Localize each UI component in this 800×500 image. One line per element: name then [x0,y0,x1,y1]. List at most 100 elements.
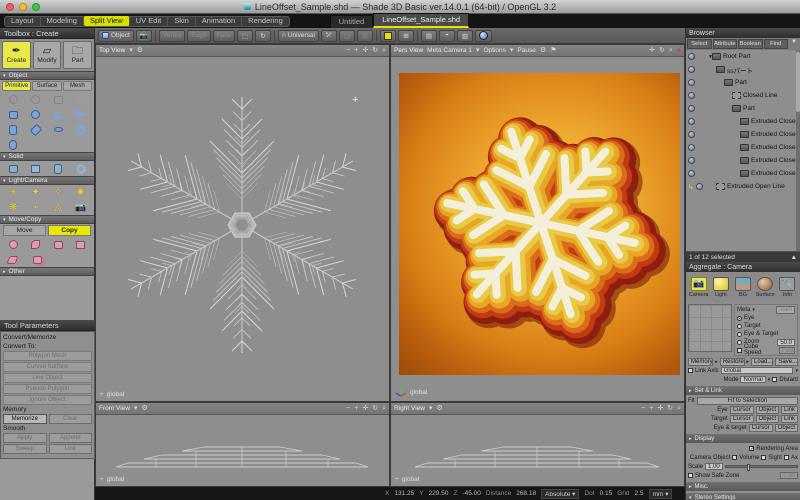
tab-animation[interactable]: Animation [196,16,242,26]
torus-primitive-icon[interactable] [72,123,89,136]
browser-tab-attribute[interactable]: Attribute [713,39,738,49]
convert-curved-surface-button[interactable]: Curved Surface [3,362,92,372]
tab-split-view[interactable]: Split View [84,16,130,26]
rotate-view-icon[interactable]: ↻ [372,405,378,412]
magnify-icon[interactable]: ⌕ [677,405,681,412]
target-link-button[interactable]: Link [781,415,798,423]
copy-shear-icon[interactable] [4,253,21,266]
tree-row-closed-line[interactable]: Closed Line [686,89,800,102]
render-preview-button[interactable] [475,30,492,42]
render-toggle-icon[interactable] [688,66,695,73]
aggregate-tab-bg[interactable]: BG [732,274,753,300]
sphere-primitive-icon[interactable] [27,108,44,121]
rotate-select-button[interactable]: ↻ [255,30,271,42]
render-toggle-icon[interactable] [688,79,695,86]
lightcamera-section-header[interactable]: ▾ Light/Camera [0,176,94,185]
pers-gear-icon[interactable]: ⚙ [540,47,546,54]
scale-value-field[interactable]: 1.00 [705,463,723,470]
vertex-mode-button[interactable]: Vertex [159,30,185,42]
safe-zone-value-field[interactable]: 0.90 [780,472,798,479]
eye-target-radio[interactable] [737,332,742,337]
sight-checkbox[interactable] [761,455,766,460]
mode-dropdown[interactable]: Normal [740,376,765,383]
view-settings-gear-icon[interactable]: ⚙ [436,405,442,412]
safe-zone-checkbox[interactable] [688,473,693,478]
unit-dropdown[interactable]: mm ▾ [649,489,673,499]
doc-tab-untitled[interactable]: Untitled [330,15,373,28]
tab-skin[interactable]: Skin [168,16,196,26]
link-button[interactable]: Link [49,444,93,454]
edge-mode-button[interactable]: Edge [187,30,210,42]
copy-translate-icon[interactable] [50,238,67,251]
top-view-canvas[interactable]: + + global [96,57,389,401]
camera-preview-box[interactable] [688,304,732,352]
distant-light-icon[interactable]: ✧ [50,186,67,199]
solid-revolve-icon[interactable] [72,162,89,175]
toolbox-tab-part[interactable]: 🗀 Part [63,41,92,69]
tree-row-extruded-closed-2[interactable]: Extruded Closed [686,128,800,141]
tree-row-root-part[interactable]: ▼ Root Part [686,50,800,63]
display-section-header[interactable]: ▸Display [686,434,800,443]
browser-tab-select[interactable]: Select [687,39,712,49]
restore-button[interactable]: Restore [720,358,745,366]
four-view-button[interactable] [380,30,396,42]
tree-row-extruded-closed-5[interactable]: Extruded Closed [686,167,800,180]
view-settings-gear-icon[interactable]: ⚙ [141,405,147,412]
solid-sweep-icon[interactable] [50,162,67,175]
universal-manipulator-button[interactable]: ⫛Universal [278,30,319,42]
link-axis-dropdown[interactable]: Global [721,367,794,374]
memory-button[interactable]: Memory [688,358,713,366]
append-button[interactable]: Append [49,433,93,443]
tab-layout[interactable]: Layout [5,16,41,26]
zoom-radio[interactable] [737,340,742,345]
tree-row-extruded-closed-1[interactable]: Extruded Closed [686,115,800,128]
convert-polygon-mesh-button[interactable]: Polygon Mesh [3,351,92,361]
target-radio[interactable] [737,324,742,329]
pause-button[interactable]: Pause [517,47,535,54]
clear-button[interactable]: Clear [49,414,93,424]
load-button[interactable]: Load... [751,358,773,366]
render-toggle-icon[interactable] [688,144,695,151]
browser-tab-find[interactable]: Find [764,39,789,49]
right-view-canvas[interactable]: + global [391,415,684,486]
expander-icon[interactable]: ▼ [706,80,724,86]
expander-icon[interactable]: ▼ [706,106,732,112]
stereo-settings-section-header[interactable]: ▾Stereo Settings [686,493,800,500]
pers-view-title[interactable]: Pers View [394,47,423,54]
toolbox-header[interactable]: Toolbox : Create [0,28,94,39]
view-menu-chevron-icon[interactable]: ▾ [429,405,433,412]
flood-light-icon[interactable]: ◬ [50,201,67,214]
apply-button[interactable]: Apply [3,433,47,443]
triple-view-button[interactable]: ▥ [457,30,473,42]
tree-row-extruded-open-line[interactable]: ↳ Extruded Open Line [686,180,800,193]
scale-slider[interactable] [725,465,798,468]
render-toggle-icon[interactable] [688,92,695,99]
camera-mode-button[interactable]: 📷 [136,30,152,42]
zoom-out-icon[interactable]: − [346,47,350,54]
face-mode-button[interactable]: Face [213,30,235,42]
pan-icon[interactable]: ✛ [362,47,368,54]
zoom-out-icon[interactable]: − [641,405,645,412]
pan-icon[interactable]: ✛ [362,405,368,412]
pers-magnify-icon[interactable]: ⌕ [669,47,673,54]
volume-checkbox[interactable] [732,455,737,460]
render-toggle-icon[interactable] [688,53,695,60]
zoom-window-button[interactable] [32,3,40,11]
render-toggle-icon[interactable] [696,183,703,190]
ambient-light-icon[interactable]: ❋ [5,201,22,214]
target-cursor-button[interactable]: Cursor [730,415,754,423]
fit-to-selection-button[interactable]: Fit to Selection [697,397,798,405]
close-window-button[interactable] [6,3,14,11]
aggregate-tab-surface[interactable]: Surface [755,274,776,300]
copy-button[interactable]: Copy [48,225,91,236]
tab-rendering[interactable]: Rendering [242,16,289,26]
zoom-in-icon[interactable]: + [649,405,653,412]
tab-mesh[interactable]: Mesh [63,81,92,91]
line-tool-icon[interactable] [5,93,22,106]
magnify-icon[interactable]: ⌕ [382,47,386,54]
disc-primitive-icon[interactable] [50,123,67,136]
axis-checkbox[interactable] [784,455,789,460]
minimize-window-button[interactable] [19,3,27,11]
tree-row-extruded-closed-3[interactable]: Extruded Closed [686,141,800,154]
tree-row-ss-part[interactable]: ▼ ssパート [686,63,800,76]
